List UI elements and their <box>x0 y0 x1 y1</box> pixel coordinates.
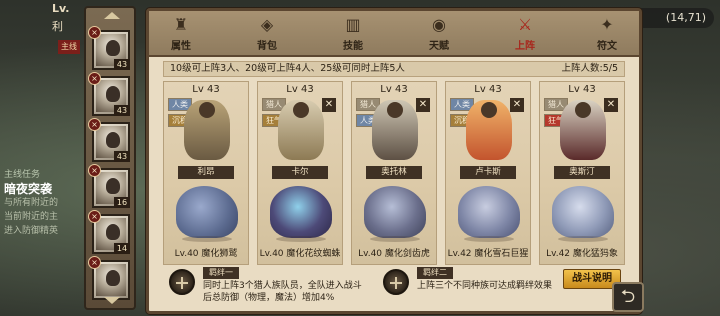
remove-member-icon[interactable]: ✕ <box>604 98 618 112</box>
tab-talents[interactable]: ◉ 天赋 <box>411 15 467 53</box>
mammoth-beast-figure[interactable] <box>552 186 614 242</box>
remove-member-icon[interactable]: ✕ <box>510 98 524 112</box>
team-member-card[interactable]: Lv 43 猎人 人类 ✕ 奥托林 Lv.40 魔化剑齿虎 <box>351 81 437 265</box>
hero-level-badge: 43 <box>114 151 130 162</box>
back-arrow-icon[interactable]: ⮌ <box>612 282 644 312</box>
hero-level: Lv 43 <box>474 84 502 95</box>
hero-level-badge: 14 <box>114 243 130 254</box>
beast-name: Lv.40 魔化狮鹫 <box>174 249 238 259</box>
hero-name-plate: 奥托林 <box>366 166 422 179</box>
tab-label: 技能 <box>343 41 363 52</box>
hero-level: Lv 43 <box>380 84 408 95</box>
spider-beast-figure[interactable] <box>270 186 332 242</box>
bond-description: 上阵三个不同种族可达成羁绊效果 <box>417 281 553 291</box>
tab-label: 上阵 <box>515 41 535 52</box>
team-member-card[interactable]: Lv 43 猎人 狂气 ✕ 卡尔 Lv.40 魔化花纹蜘蛛 <box>257 81 343 265</box>
hero-level: Lv 43 <box>568 84 596 95</box>
remove-member-icon[interactable]: ✕ <box>322 98 336 112</box>
remove-hero-icon[interactable]: × <box>88 164 101 177</box>
main-quest-tag[interactable]: 主线 <box>58 40 80 54</box>
quest-tracker[interactable]: 主线任务 暗夜突袭 与所有附近的 当前附近的主 进入防御精英 <box>4 168 84 238</box>
remove-member-icon[interactable]: ✕ <box>416 98 430 112</box>
bond-title: 羁绊一 <box>203 267 239 279</box>
tab-label: 属性 <box>171 41 191 52</box>
hero-slot[interactable]: × <box>88 256 130 300</box>
beast-name: Lv.42 魔化雪石巨猩 <box>447 249 529 259</box>
tab-backpack[interactable]: ◈ 背包 <box>239 15 295 53</box>
deploy-rules-bar: 10级可上阵3人、20级可上阵4人、25级可同时上阵5人 上阵人数:5/5 <box>163 61 625 77</box>
remove-hero-icon[interactable]: × <box>88 118 101 131</box>
skills-book-icon: ▥ <box>345 15 361 34</box>
bond-description: 后总防御（物理，魔法）增加4% <box>203 293 335 303</box>
beast-name: Lv.40 魔化剑齿虎 <box>358 249 430 259</box>
beast-name: Lv.40 魔化花纹蜘蛛 <box>259 249 341 259</box>
team-member-card[interactable]: Lv 43 人类 沉稳 利昂 Lv.40 魔化狮鹫 <box>163 81 249 265</box>
panel-tab-bar: ♜ 属性 ◈ 背包 ▥ 技能 ◉ 天赋 ⚔ 上阵 ✦ 符文 <box>149 11 639 57</box>
hero-name-plate: 奥斯汀 <box>554 166 610 179</box>
player-level-label: Lv. <box>52 2 70 15</box>
hero-figure <box>466 100 512 160</box>
hero-figure <box>372 100 418 160</box>
hero-figure <box>184 100 230 160</box>
team-member-card[interactable]: Lv 43 猎人 狂气 ✕ 奥斯汀 Lv.42 魔化猛犸象 <box>539 81 625 265</box>
hero-slot[interactable]: × 14 <box>88 210 130 254</box>
hero-slot[interactable]: × 43 <box>88 118 130 162</box>
backpack-icon: ◈ <box>260 15 274 34</box>
beast-name: Lv.42 魔化猛犸象 <box>546 249 618 259</box>
bond-crosshair-icon[interactable] <box>383 269 409 295</box>
bond-description: 同时上阵3个猎人族队员，全队进入战斗 <box>203 281 362 291</box>
hero-level: Lv 43 <box>286 84 314 95</box>
quest-heading: 暗夜突袭 <box>4 182 53 196</box>
runes-icon: ✦ <box>600 15 614 34</box>
crossed-swords-icon: ⚔ <box>517 15 533 34</box>
bond-crosshair-icon[interactable] <box>169 269 195 295</box>
tab-skills[interactable]: ▥ 技能 <box>325 15 381 53</box>
tab-label: 背包 <box>257 41 277 52</box>
hero-name-plate: 卢卡斯 <box>460 166 516 179</box>
quest-line: 当前附近的主 <box>4 212 59 222</box>
hero-level-badge: 16 <box>114 197 130 208</box>
hero-figure <box>278 100 324 160</box>
talents-icon: ◉ <box>432 15 446 34</box>
hero-level-badge: 43 <box>114 105 130 116</box>
tab-label: 符文 <box>597 41 617 52</box>
tab-attributes[interactable]: ♜ 属性 <box>153 15 209 53</box>
yeti-beast-figure[interactable] <box>458 186 520 242</box>
hero-level: Lv 43 <box>192 84 220 95</box>
tab-deploy[interactable]: ⚔ 上阵 <box>497 15 553 53</box>
hero-slot[interactable]: × 43 <box>88 72 130 116</box>
deploy-count: 上阵人数:5/5 <box>561 63 619 74</box>
formation-panel: ♜ 属性 ◈ 背包 ▥ 技能 ◉ 天赋 ⚔ 上阵 ✦ 符文 10级可上阵3人、2… <box>146 8 642 314</box>
deployed-team-cards: Lv 43 人类 沉稳 利昂 Lv.40 魔化狮鹫 Lv 43 猎人 狂气 ✕ … <box>163 81 625 265</box>
tab-runes[interactable]: ✦ 符文 <box>579 15 635 53</box>
remove-hero-icon[interactable]: × <box>88 256 101 269</box>
hero-name-plate: 卡尔 <box>272 166 328 179</box>
quest-line: 进入防御精英 <box>4 226 59 236</box>
team-member-card[interactable]: Lv 43 人类 沉稳 ✕ 卢卡斯 Lv.42 魔化雪石巨猩 <box>445 81 531 265</box>
player-name-label: 利 <box>52 20 63 33</box>
hero-slot[interactable]: × 16 <box>88 164 130 208</box>
remove-hero-icon[interactable]: × <box>88 210 101 223</box>
tab-label: 天赋 <box>429 41 449 52</box>
quest-line: 与所有附近的 <box>4 198 59 208</box>
hero-roster-column[interactable]: × 43 × 43 × 43 × 16 × 14 × <box>84 6 136 310</box>
griffin-beast-figure[interactable] <box>176 186 238 242</box>
bond-title: 羁绊二 <box>417 267 453 279</box>
hero-figure <box>560 100 606 160</box>
hero-portrait <box>96 264 126 296</box>
hero-level-badge: 43 <box>114 59 130 70</box>
quest-section-title: 主线任务 <box>4 170 41 180</box>
deploy-rules-text: 10级可上阵3人、20级可上阵4人、25级可同时上阵5人 <box>170 63 405 74</box>
remove-hero-icon[interactable]: × <box>88 72 101 85</box>
scroll-down-arrow-icon[interactable] <box>104 297 120 304</box>
bond-effects-row: 羁绊一 同时上阵3个猎人族队员，全队进入战斗 后总防御（物理，魔法）增加4% 羁… <box>163 267 633 305</box>
hero-slot[interactable]: × 43 <box>88 26 130 70</box>
sabertooth-beast-figure[interactable] <box>364 186 426 242</box>
remove-hero-icon[interactable]: × <box>88 26 101 39</box>
hero-name-plate: 利昂 <box>178 166 234 179</box>
attributes-icon: ♜ <box>173 15 189 34</box>
scroll-up-arrow-icon[interactable] <box>104 12 120 19</box>
